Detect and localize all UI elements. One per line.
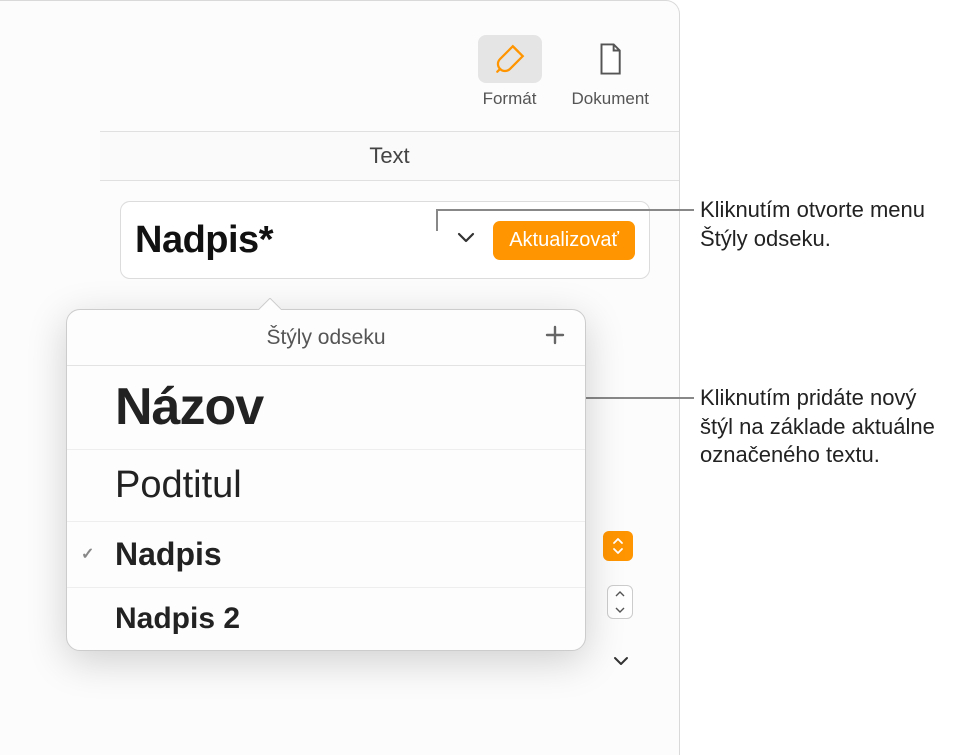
inspector-panel: Formát Dokument Text Nadpis* Aktualizova… <box>0 0 680 755</box>
callout-leader <box>436 209 694 211</box>
update-style-button[interactable]: Aktualizovať <box>493 221 635 260</box>
callout-open-menu: Kliknutím otvorte menu Štýly odseku. <box>700 196 950 253</box>
add-style-button[interactable] <box>543 323 567 353</box>
current-style-name: Nadpis* <box>135 219 457 262</box>
document-label: Dokument <box>572 89 649 109</box>
paragraph-styles-popover: Štýly odseku Názov Podtitul ✓ Nadpis Nadpis … <box>66 309 586 651</box>
format-toolbar-button[interactable]: Formát <box>478 35 542 109</box>
checkmark-icon: ✓ <box>81 544 94 564</box>
callout-leader <box>572 397 694 399</box>
chevron-down-icon <box>457 231 475 249</box>
paragraph-style-picker[interactable]: Nadpis* Aktualizovať <box>120 201 650 279</box>
style-item-label: Názov <box>115 378 263 436</box>
stepper-up-icon <box>608 586 632 602</box>
popover-header: Štýly odseku <box>67 310 585 366</box>
style-item-label: Nadpis <box>115 536 222 572</box>
expand-toggle[interactable] <box>609 649 633 673</box>
style-list: Názov Podtitul ✓ Nadpis Nadpis 2 <box>67 366 585 650</box>
style-item[interactable]: ✓ Nadpis <box>67 522 585 588</box>
style-item-label: Podtitul <box>115 464 242 506</box>
popover-title: Štýly odseku <box>266 326 385 350</box>
plus-icon <box>543 323 567 347</box>
background-controls <box>603 531 633 673</box>
style-item[interactable]: Nadpis 2 <box>67 588 585 650</box>
toolbar: Formát Dokument <box>0 23 679 121</box>
stepper-down-icon <box>608 602 632 618</box>
style-item[interactable]: Podtitul <box>67 450 585 522</box>
document-icon <box>578 35 642 83</box>
document-toolbar-button[interactable]: Dokument <box>572 35 649 109</box>
style-item-label: Nadpis 2 <box>115 602 240 635</box>
dropdown-toggle[interactable] <box>603 531 633 561</box>
callout-add-style: Kliknutím pridáte nový štýl na základe a… <box>700 384 950 470</box>
paintbrush-icon <box>478 35 542 83</box>
value-stepper[interactable] <box>607 585 633 619</box>
format-label: Formát <box>483 89 537 109</box>
callout-leader <box>436 209 438 231</box>
text-tab-label: Text <box>369 143 409 169</box>
style-item[interactable]: Názov <box>67 366 585 450</box>
text-tab[interactable]: Text <box>100 131 679 181</box>
popover-arrow <box>257 298 281 310</box>
